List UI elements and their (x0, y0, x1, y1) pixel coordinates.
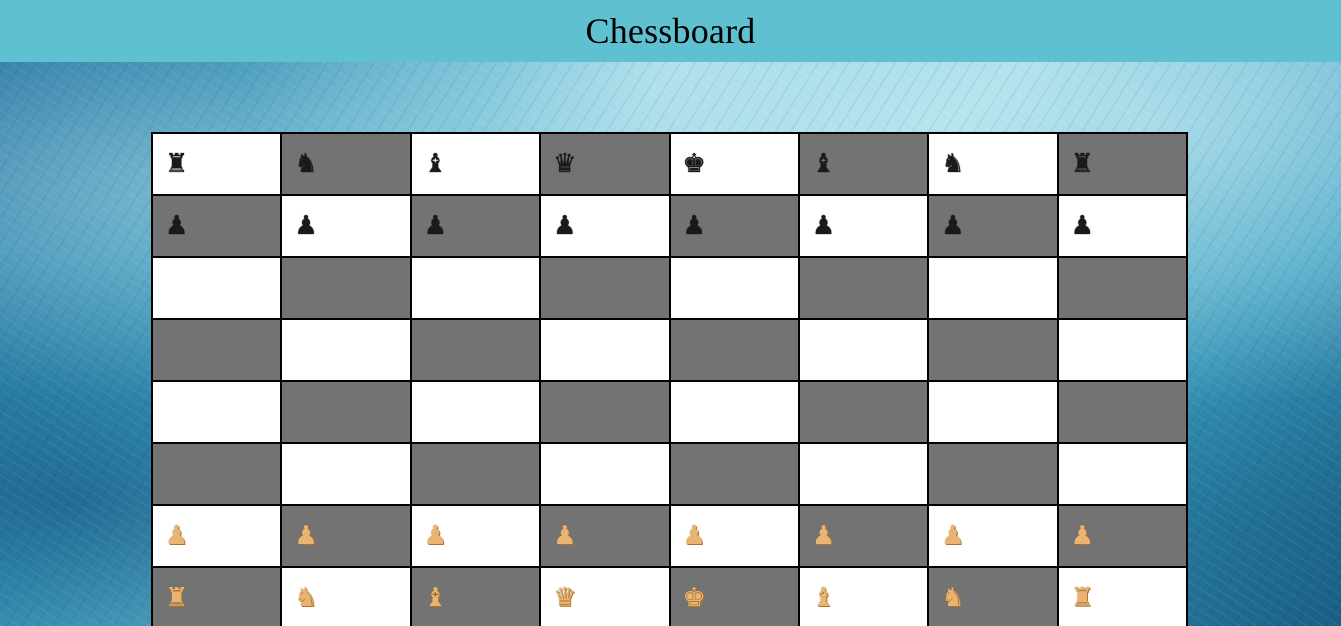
square-b8[interactable]: ♞ (281, 133, 411, 195)
white-knight-icon[interactable]: ♞ (294, 585, 317, 611)
white-rook-icon[interactable]: ♜ (1071, 585, 1094, 611)
black-bishop-icon[interactable]: ♝ (424, 151, 447, 177)
square-a2[interactable]: ♟ (152, 505, 282, 567)
black-queen-icon[interactable]: ♛ (553, 151, 576, 177)
square-a5[interactable] (152, 319, 282, 381)
square-e3[interactable] (669, 443, 799, 505)
square-d7[interactable]: ♟ (540, 195, 670, 257)
square-g8[interactable]: ♞ (928, 133, 1058, 195)
white-pawn-icon[interactable]: ♟ (941, 523, 964, 549)
square-h1[interactable]: ♜ (1057, 567, 1187, 626)
black-bishop-icon[interactable]: ♝ (812, 151, 835, 177)
square-c2[interactable]: ♟ (410, 505, 541, 567)
square-b4[interactable] (281, 381, 411, 443)
white-pawn-icon[interactable]: ♟ (294, 523, 317, 549)
white-pawn-icon[interactable]: ♟ (1071, 523, 1094, 549)
square-c4[interactable] (410, 381, 541, 443)
square-h6[interactable] (1057, 257, 1187, 319)
square-a1[interactable]: ♜ (152, 567, 282, 626)
square-e2[interactable]: ♟ (669, 505, 799, 567)
square-c5[interactable] (410, 319, 541, 381)
white-pawn-icon[interactable]: ♟ (424, 523, 447, 549)
square-g5[interactable] (928, 319, 1058, 381)
black-pawn-icon[interactable]: ♟ (683, 213, 706, 239)
black-pawn-icon[interactable]: ♟ (1071, 213, 1094, 239)
square-e1[interactable]: ♚ (669, 567, 799, 626)
white-queen-icon[interactable]: ♛ (553, 585, 576, 611)
square-e5[interactable] (669, 319, 799, 381)
square-a7[interactable]: ♟ (152, 195, 282, 257)
page-header: Chessboard (0, 0, 1341, 62)
black-pawn-icon[interactable]: ♟ (812, 213, 835, 239)
square-d6[interactable] (540, 257, 670, 319)
square-d3[interactable] (540, 443, 670, 505)
white-rook-icon[interactable]: ♜ (165, 585, 188, 611)
square-c1[interactable]: ♝ (410, 567, 541, 626)
white-bishop-icon[interactable]: ♝ (812, 585, 835, 611)
square-h5[interactable] (1057, 319, 1187, 381)
square-d1[interactable]: ♛ (540, 567, 670, 626)
square-e6[interactable] (669, 257, 799, 319)
chessboard: ♜ ♞ ♝ ♛ ♚ ♝ ♞ ♜ ♟ ♟ ♟ ♟ ♟ ♟ ♟ ♟ ♟ ♟ ♟ ♟ ♟ ♟ ♟ ♟ ♜ ♞ ♝ ♛ ♚ ♝ ♞ ♜ (151, 132, 1188, 626)
square-d5[interactable] (540, 319, 670, 381)
black-pawn-icon[interactable]: ♟ (165, 213, 188, 239)
square-e4[interactable] (669, 381, 799, 443)
square-c8[interactable]: ♝ (410, 133, 541, 195)
black-rook-icon[interactable]: ♜ (165, 151, 188, 177)
square-d4[interactable] (540, 381, 670, 443)
square-f6[interactable] (798, 257, 929, 319)
square-d8[interactable]: ♛ (540, 133, 670, 195)
white-knight-icon[interactable]: ♞ (941, 585, 964, 611)
square-h4[interactable] (1057, 381, 1187, 443)
square-b7[interactable]: ♟ (281, 195, 411, 257)
square-g3[interactable] (928, 443, 1058, 505)
square-c7[interactable]: ♟ (410, 195, 541, 257)
square-h3[interactable] (1057, 443, 1187, 505)
square-h8[interactable]: ♜ (1057, 133, 1187, 195)
black-pawn-icon[interactable]: ♟ (294, 213, 317, 239)
white-pawn-icon[interactable]: ♟ (812, 523, 835, 549)
square-e7[interactable]: ♟ (669, 195, 799, 257)
black-rook-icon[interactable]: ♜ (1071, 151, 1094, 177)
white-pawn-icon[interactable]: ♟ (683, 523, 706, 549)
square-g7[interactable]: ♟ (928, 195, 1058, 257)
square-f3[interactable] (798, 443, 929, 505)
square-e8[interactable]: ♚ (669, 133, 799, 195)
white-pawn-icon[interactable]: ♟ (165, 523, 188, 549)
square-a3[interactable] (152, 443, 282, 505)
white-bishop-icon[interactable]: ♝ (424, 585, 447, 611)
square-a4[interactable] (152, 381, 282, 443)
square-b6[interactable] (281, 257, 411, 319)
square-g2[interactable]: ♟ (928, 505, 1058, 567)
square-f1[interactable]: ♝ (798, 567, 929, 626)
black-pawn-icon[interactable]: ♟ (424, 213, 447, 239)
black-pawn-icon[interactable]: ♟ (941, 213, 964, 239)
page-title: Chessboard (585, 11, 756, 51)
white-pawn-icon[interactable]: ♟ (553, 523, 576, 549)
square-f7[interactable]: ♟ (798, 195, 929, 257)
square-f2[interactable]: ♟ (798, 505, 929, 567)
white-king-icon[interactable]: ♚ (683, 585, 706, 611)
square-f4[interactable] (798, 381, 929, 443)
square-c3[interactable] (410, 443, 541, 505)
square-f5[interactable] (798, 319, 929, 381)
black-king-icon[interactable]: ♚ (683, 151, 706, 177)
square-d2[interactable]: ♟ (540, 505, 670, 567)
square-b1[interactable]: ♞ (281, 567, 411, 626)
black-knight-icon[interactable]: ♞ (941, 151, 964, 177)
square-g1[interactable]: ♞ (928, 567, 1058, 626)
square-h7[interactable]: ♟ (1057, 195, 1187, 257)
square-a8[interactable]: ♜ (152, 133, 282, 195)
black-pawn-icon[interactable]: ♟ (553, 213, 576, 239)
square-h2[interactable]: ♟ (1057, 505, 1187, 567)
black-knight-icon[interactable]: ♞ (294, 151, 317, 177)
square-b5[interactable] (281, 319, 411, 381)
square-f8[interactable]: ♝ (798, 133, 929, 195)
square-b2[interactable]: ♟ (281, 505, 411, 567)
square-g4[interactable] (928, 381, 1058, 443)
square-b3[interactable] (281, 443, 411, 505)
square-g6[interactable] (928, 257, 1058, 319)
square-c6[interactable] (410, 257, 541, 319)
square-a6[interactable] (152, 257, 282, 319)
